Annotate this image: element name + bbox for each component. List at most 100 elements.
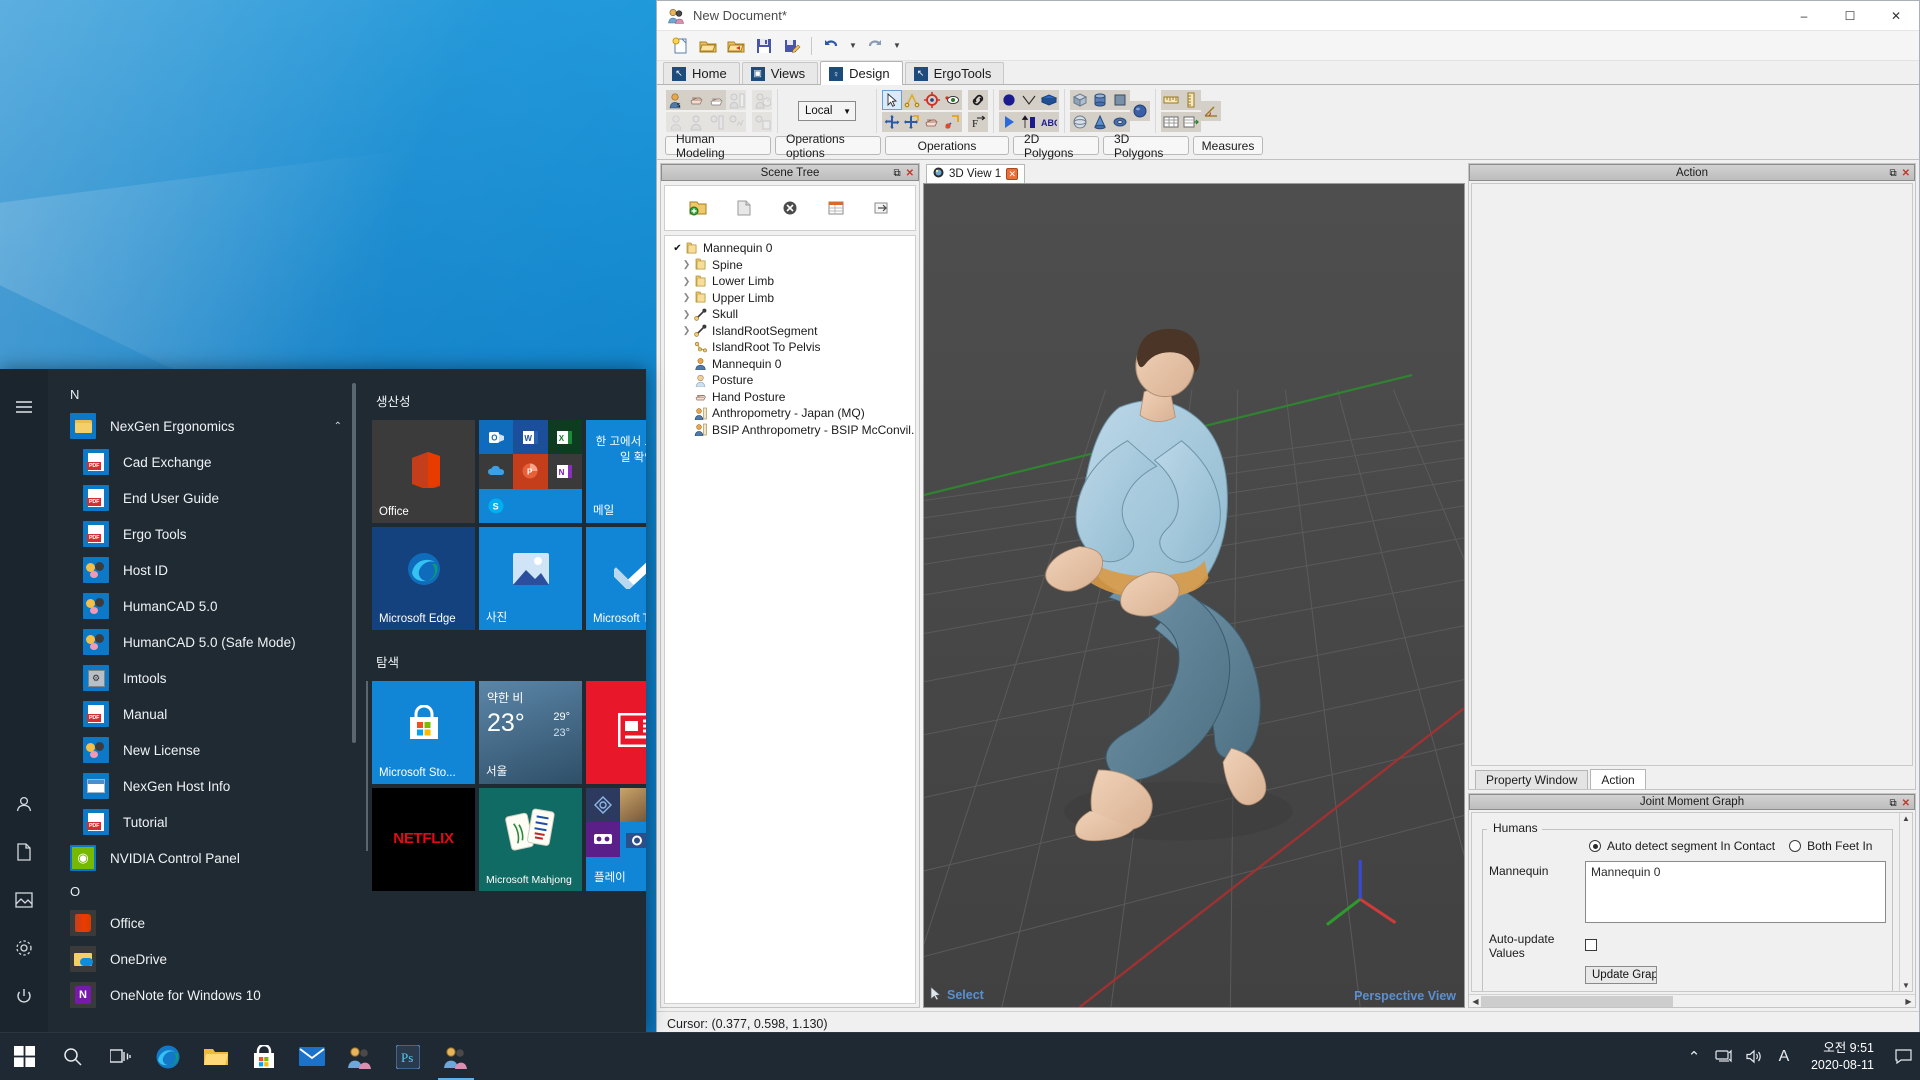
measure-angle-icon[interactable] xyxy=(1201,101,1221,121)
tile-photos[interactable]: 사진 xyxy=(479,527,582,630)
user-icon[interactable] xyxy=(0,780,48,828)
update-graph-button[interactable]: Update Graph xyxy=(1585,966,1657,985)
create-mannequin-icon[interactable]: s xyxy=(666,90,686,110)
scroll-up-icon[interactable]: ▲ xyxy=(1902,814,1910,823)
move-tool-icon[interactable] xyxy=(882,112,902,132)
document-icon[interactable] xyxy=(0,828,48,876)
tile-microsoft-edge[interactable]: Microsoft Edge xyxy=(372,527,475,630)
tile-netflix[interactable]: NETFLIX xyxy=(372,788,475,891)
tab-3d-view-1[interactable]: 3D View 1 ✕ xyxy=(926,164,1026,183)
tab-home[interactable]: ↖ Home xyxy=(663,62,740,84)
chevron-right-icon[interactable]: ❯ xyxy=(680,292,693,303)
plane-shape-icon[interactable] xyxy=(1039,90,1059,110)
volume-icon[interactable] xyxy=(1739,1033,1769,1080)
taskbar-edge[interactable] xyxy=(144,1033,192,1080)
start-menu-app-item[interactable]: HumanCAD 5.0 (Safe Mode) xyxy=(48,624,358,660)
cylinder-shape-icon[interactable] xyxy=(1090,90,1110,110)
properties-icon[interactable] xyxy=(824,197,848,219)
app-list-letter-header[interactable]: N xyxy=(48,379,358,408)
tile-microsoft-todo[interactable]: Microsoft To... xyxy=(586,527,646,630)
scene-tree-item[interactable]: Posture xyxy=(665,372,915,389)
jmg-vertical-scrollbar[interactable]: ▲ ▼ xyxy=(1899,813,1912,992)
chevron-right-icon[interactable]: ❯ xyxy=(680,309,693,320)
scroll-down-icon[interactable]: ▼ xyxy=(1902,981,1910,990)
start-menu-app-item[interactable]: HumanCAD 5.0 xyxy=(48,588,358,624)
jmg-horizontal-scrollbar[interactable]: ◀ ▶ xyxy=(1469,994,1915,1007)
open-folder-icon[interactable] xyxy=(695,34,721,58)
start-menu-app-item[interactable]: New License xyxy=(48,732,358,768)
angle-tool-icon[interactable] xyxy=(902,90,922,110)
3d-viewport[interactable]: Select Perspective View xyxy=(923,183,1465,1008)
scene-tree-item[interactable]: ✔ Mannequin 0 xyxy=(665,240,915,257)
scene-tree-item[interactable]: ❯ Lower Limb xyxy=(665,273,915,290)
start-menu-app-item[interactable]: ⚙ Imtools xyxy=(48,660,358,696)
anthropometry-measure-icon[interactable] xyxy=(706,112,726,132)
taskbar-file-explorer[interactable] xyxy=(192,1033,240,1080)
scene-tree-item[interactable]: ❯ IslandRootSegment xyxy=(665,323,915,340)
hand-posture-alt-icon[interactable] xyxy=(686,112,706,132)
polyline-icon[interactable] xyxy=(1019,90,1039,110)
measure-distance-icon[interactable] xyxy=(1161,90,1181,110)
start-menu-app-item[interactable]: Tutorial xyxy=(48,804,358,840)
undo-dropdown-icon[interactable]: ▼ xyxy=(846,34,860,58)
new-item-icon[interactable] xyxy=(732,197,756,219)
auto-update-checkbox[interactable] xyxy=(1585,938,1597,951)
scene-tree-list[interactable]: ✔ Mannequin 0 ❯ Spine ❯ Lower Limb ❯ Upper Limb… xyxy=(664,235,916,1004)
hand-tool-icon[interactable] xyxy=(922,112,942,132)
cube-solid-icon[interactable] xyxy=(1110,90,1130,110)
start-menu-app-item[interactable]: Host ID xyxy=(48,552,358,588)
tab-ergotools[interactable]: ↖ ErgoTools xyxy=(904,62,1005,84)
redo-dropdown-icon[interactable]: ▼ xyxy=(890,34,904,58)
power-icon[interactable] xyxy=(0,972,48,1020)
sphere-shape-icon[interactable] xyxy=(1070,112,1090,132)
gear-icon[interactable] xyxy=(0,924,48,972)
tab-action[interactable]: Action xyxy=(1590,769,1646,789)
taskbar-photoshop[interactable]: Ps xyxy=(384,1033,432,1080)
pictures-icon[interactable] xyxy=(0,876,48,924)
ime-indicator[interactable]: A xyxy=(1769,1033,1799,1080)
scroll-thumb[interactable] xyxy=(1481,995,1673,1007)
start-menu-app-item[interactable]: N OneNote for Windows 10 xyxy=(48,977,358,1013)
tile-office[interactable]: Office xyxy=(372,420,475,523)
radio-auto-detect[interactable] xyxy=(1589,840,1601,853)
mannequin-ruler-icon[interactable] xyxy=(726,90,746,110)
mannequin-note-icon[interactable] xyxy=(752,112,772,132)
scene-tree-item[interactable]: ❯ Spine xyxy=(665,257,915,274)
start-menu-app-list[interactable]: N NexGen Ergonomics ⌃ Cad Exchange End User … xyxy=(48,369,358,1032)
close-icon[interactable]: ✕ xyxy=(1902,798,1910,809)
clock[interactable]: 오전 9:51 2020-08-11 xyxy=(1799,1033,1886,1080)
search-button[interactable] xyxy=(48,1033,96,1080)
float-icon[interactable]: ⧉ xyxy=(893,168,900,179)
tile-play[interactable]: MIRAGE P 플레이 xyxy=(586,788,646,891)
undo-icon[interactable] xyxy=(818,34,844,58)
export-icon[interactable] xyxy=(870,197,894,219)
scene-tree-item[interactable]: Hand Posture xyxy=(665,389,915,406)
start-menu-app-item[interactable]: NexGen Ergonomics ⌃ xyxy=(48,408,358,444)
tile-office-cluster[interactable]: O W X P N S xyxy=(479,420,582,523)
close-icon[interactable]: ✕ xyxy=(1902,168,1910,179)
circle-shape-icon[interactable] xyxy=(999,90,1019,110)
torus-shape-icon[interactable] xyxy=(1110,112,1130,132)
text-shape-icon[interactable]: ABC xyxy=(1039,112,1059,132)
chevron-up-icon[interactable]: ⌃ xyxy=(334,421,342,432)
mannequin-pie-icon[interactable] xyxy=(752,90,772,110)
save-icon[interactable] xyxy=(751,34,777,58)
tile-microsoft-mahjong[interactable]: Microsoft Mahjong xyxy=(479,788,582,891)
start-menu-app-item[interactable]: Ergo Tools xyxy=(48,516,358,552)
scene-tree-item[interactable]: Anthropometry - Japan (MQ) xyxy=(665,405,915,422)
float-icon[interactable]: ⧉ xyxy=(1889,168,1896,179)
app-list-letter-header[interactable]: O xyxy=(48,876,358,905)
task-view-button[interactable] xyxy=(96,1033,144,1080)
cube-shape-icon[interactable] xyxy=(1070,90,1090,110)
start-menu-app-item[interactable]: OneDrive xyxy=(48,941,358,977)
start-menu-app-item[interactable]: Cad Exchange xyxy=(48,444,358,480)
scene-tree-item[interactable]: ❯ Upper Limb xyxy=(665,290,915,307)
start-menu-app-item[interactable]: NexGen Host Info xyxy=(48,768,358,804)
chevron-right-icon[interactable]: ❯ xyxy=(680,325,693,336)
open-recent-icon[interactable] xyxy=(723,34,749,58)
new-document-icon[interactable] xyxy=(667,34,693,58)
add-folder-icon[interactable] xyxy=(686,197,710,219)
cone-shape-icon[interactable] xyxy=(1090,112,1110,132)
tile-mail[interactable]: 한 고에서 모든 메일 확인 메일 xyxy=(586,420,646,523)
ellipsoid-shape-icon[interactable] xyxy=(1130,101,1150,121)
